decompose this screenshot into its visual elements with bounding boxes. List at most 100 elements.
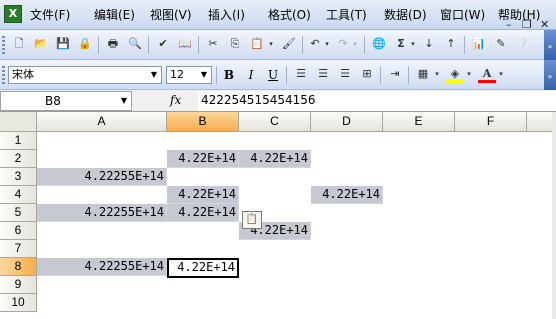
indent-icon[interactable]: ⇥ [386,65,404,83]
spelling-icon[interactable]: ✔ [154,35,172,53]
formula-input[interactable]: 422254515454156 [198,91,556,111]
align-right-icon[interactable]: ☰ [336,65,354,83]
borders-dropdown-icon[interactable]: ▾ [432,65,442,83]
cell-a3[interactable]: 4.22255E+14 [37,168,167,186]
toolbar-separator [364,36,365,54]
redo-dropdown-icon[interactable]: ▾ [350,35,360,53]
standard-toolbar: 🗋 📂 💾 🔒 🖶 🔍 ✔ 📖 ✂ ⎘ 📋 ▾ 🖌 ↶ ▾ ↷ ▾ 🌐 Σ ▾ … [0,30,556,60]
row-header-9[interactable]: 9 [0,276,37,294]
research-icon[interactable]: 📖 [176,35,194,53]
bold-button[interactable]: B [220,66,238,84]
autosum-dropdown-icon[interactable]: ▾ [408,35,418,53]
toolbar-separator [464,36,465,54]
paste-dropdown-icon[interactable]: ▾ [266,35,276,53]
row-header-5[interactable]: 5 [0,204,37,222]
paste-icon[interactable]: 📋 [248,35,266,53]
underline-button[interactable]: U [264,66,282,84]
row-header-3[interactable]: 3 [0,168,37,186]
chart-wizard-icon[interactable]: 📊 [470,35,488,53]
toolbar-grip[interactable] [2,66,5,84]
toolbar-options-icon[interactable]: » [544,60,556,90]
menu-window[interactable]: 窗口(W) [440,6,485,23]
toolbar-separator [98,36,99,54]
cell-reference: B8 [45,94,61,108]
permission-icon[interactable]: 🔒 [76,35,94,53]
column-header-e[interactable]: E [383,112,455,132]
menu-file[interactable]: 文件(F) [30,6,70,23]
chevron-down-icon[interactable]: ▼ [121,92,127,110]
chevron-down-icon[interactable]: ▼ [148,68,160,82]
cell-b5[interactable]: 4.22E+14 [167,204,239,222]
fill-color-dropdown-icon[interactable]: ▾ [464,65,474,83]
row-header-1[interactable]: 1 [0,132,37,150]
fill-color-icon[interactable]: ◈ [446,65,464,83]
merge-center-icon[interactable]: ⊞ [358,65,376,83]
print-icon[interactable]: 🖶 [104,35,122,53]
menu-help[interactable]: 帮助(H) [498,6,540,23]
menu-bar: X 文件(F) 编辑(E) 视图(V) 插入(I) 格式(O) 工具(T) 数据… [0,0,556,31]
sort-descending-icon[interactable]: ↑ [442,35,460,53]
font-size-select[interactable]: 12 ▼ [166,66,212,84]
format-painter-icon[interactable]: 🖌 [280,35,298,53]
toolbar-separator [408,66,409,84]
drawing-icon[interactable]: ✎ [492,35,510,53]
italic-button[interactable]: I [242,66,260,84]
row-header-7[interactable]: 7 [0,240,37,258]
row-header-2[interactable]: 2 [0,150,37,168]
new-icon[interactable]: 🗋 [10,35,28,53]
excel-app-icon[interactable]: X [4,5,22,23]
select-all-button[interactable] [0,112,37,132]
copy-icon[interactable]: ⎘ [226,35,244,53]
borders-icon[interactable]: ▦ [414,65,432,83]
toolbar-options-icon[interactable]: » [544,30,556,60]
chevron-down-icon[interactable]: ▼ [198,68,210,82]
toolbar-separator [198,36,199,54]
menu-view[interactable]: 视图(V) [150,6,192,23]
insert-function-icon[interactable]: fx [170,93,181,107]
cell-d4[interactable]: 4.22E+14 [311,186,383,204]
row-header-4[interactable]: 4 [0,186,37,204]
column-header-a[interactable]: A [37,112,167,132]
row-header-8[interactable]: 8 [0,258,37,276]
hyperlink-icon[interactable]: 🌐 [370,35,388,53]
toolbar-separator [148,36,149,54]
font-size-value: 12 [170,68,184,81]
align-center-icon[interactable]: ☰ [314,65,332,83]
menu-data[interactable]: 数据(D) [384,6,427,23]
sort-ascending-icon[interactable]: ↓ [420,35,438,53]
cut-icon[interactable]: ✂ [204,35,222,53]
row-header-6[interactable]: 6 [0,222,37,240]
save-icon[interactable]: 💾 [54,35,72,53]
cell-c2[interactable]: 4.22E+14 [239,150,311,168]
cell-a5[interactable]: 4.22255E+14 [37,204,167,222]
cell-b8[interactable]: 4.22E+14 [167,258,239,278]
vertical-scrollbar[interactable] [552,112,556,319]
row-header-10[interactable]: 10 [0,294,37,312]
column-header-c[interactable]: C [239,112,311,132]
font-color-dropdown-icon[interactable]: ▾ [496,65,506,83]
open-icon[interactable]: 📂 [32,35,50,53]
toolbar-separator [380,66,381,84]
menu-edit[interactable]: 编辑(E) [94,6,135,23]
cell-b2[interactable]: 4.22E+14 [167,150,239,168]
menu-insert[interactable]: 插入(I) [208,6,245,23]
column-header-b[interactable]: B [167,112,239,132]
font-color-icon[interactable]: A [478,65,496,83]
undo-dropdown-icon[interactable]: ▾ [322,35,332,53]
help-icon[interactable]: ❔ [514,35,532,53]
column-header-f[interactable]: F [455,112,527,132]
formatting-toolbar: 宋体 ▼ 12 ▼ B I U ☰ ☰ ☰ ⊞ ⇥ ▦ ▾ ◈ ▾ A ▾ » [0,60,556,90]
paste-options-icon[interactable]: 📋 [242,211,262,229]
font-name-value: 宋体 [12,68,34,81]
print-preview-icon[interactable]: 🔍 [126,35,144,53]
cell-a8[interactable]: 4.22255E+14 [37,258,167,276]
menu-format[interactable]: 格式(O) [268,6,311,23]
column-header-d[interactable]: D [311,112,383,132]
menu-tools[interactable]: 工具(T) [326,6,367,23]
font-name-select[interactable]: 宋体 ▼ [8,66,162,84]
worksheet-grid[interactable]: A B C D E F 1 2 3 4 5 6 7 8 9 10 4.22E+1… [0,112,556,319]
name-box[interactable]: B8 ▼ [0,91,132,111]
toolbar-grip[interactable] [2,36,5,54]
align-left-icon[interactable]: ☰ [292,65,310,83]
cell-b4[interactable]: 4.22E+14 [167,186,239,204]
